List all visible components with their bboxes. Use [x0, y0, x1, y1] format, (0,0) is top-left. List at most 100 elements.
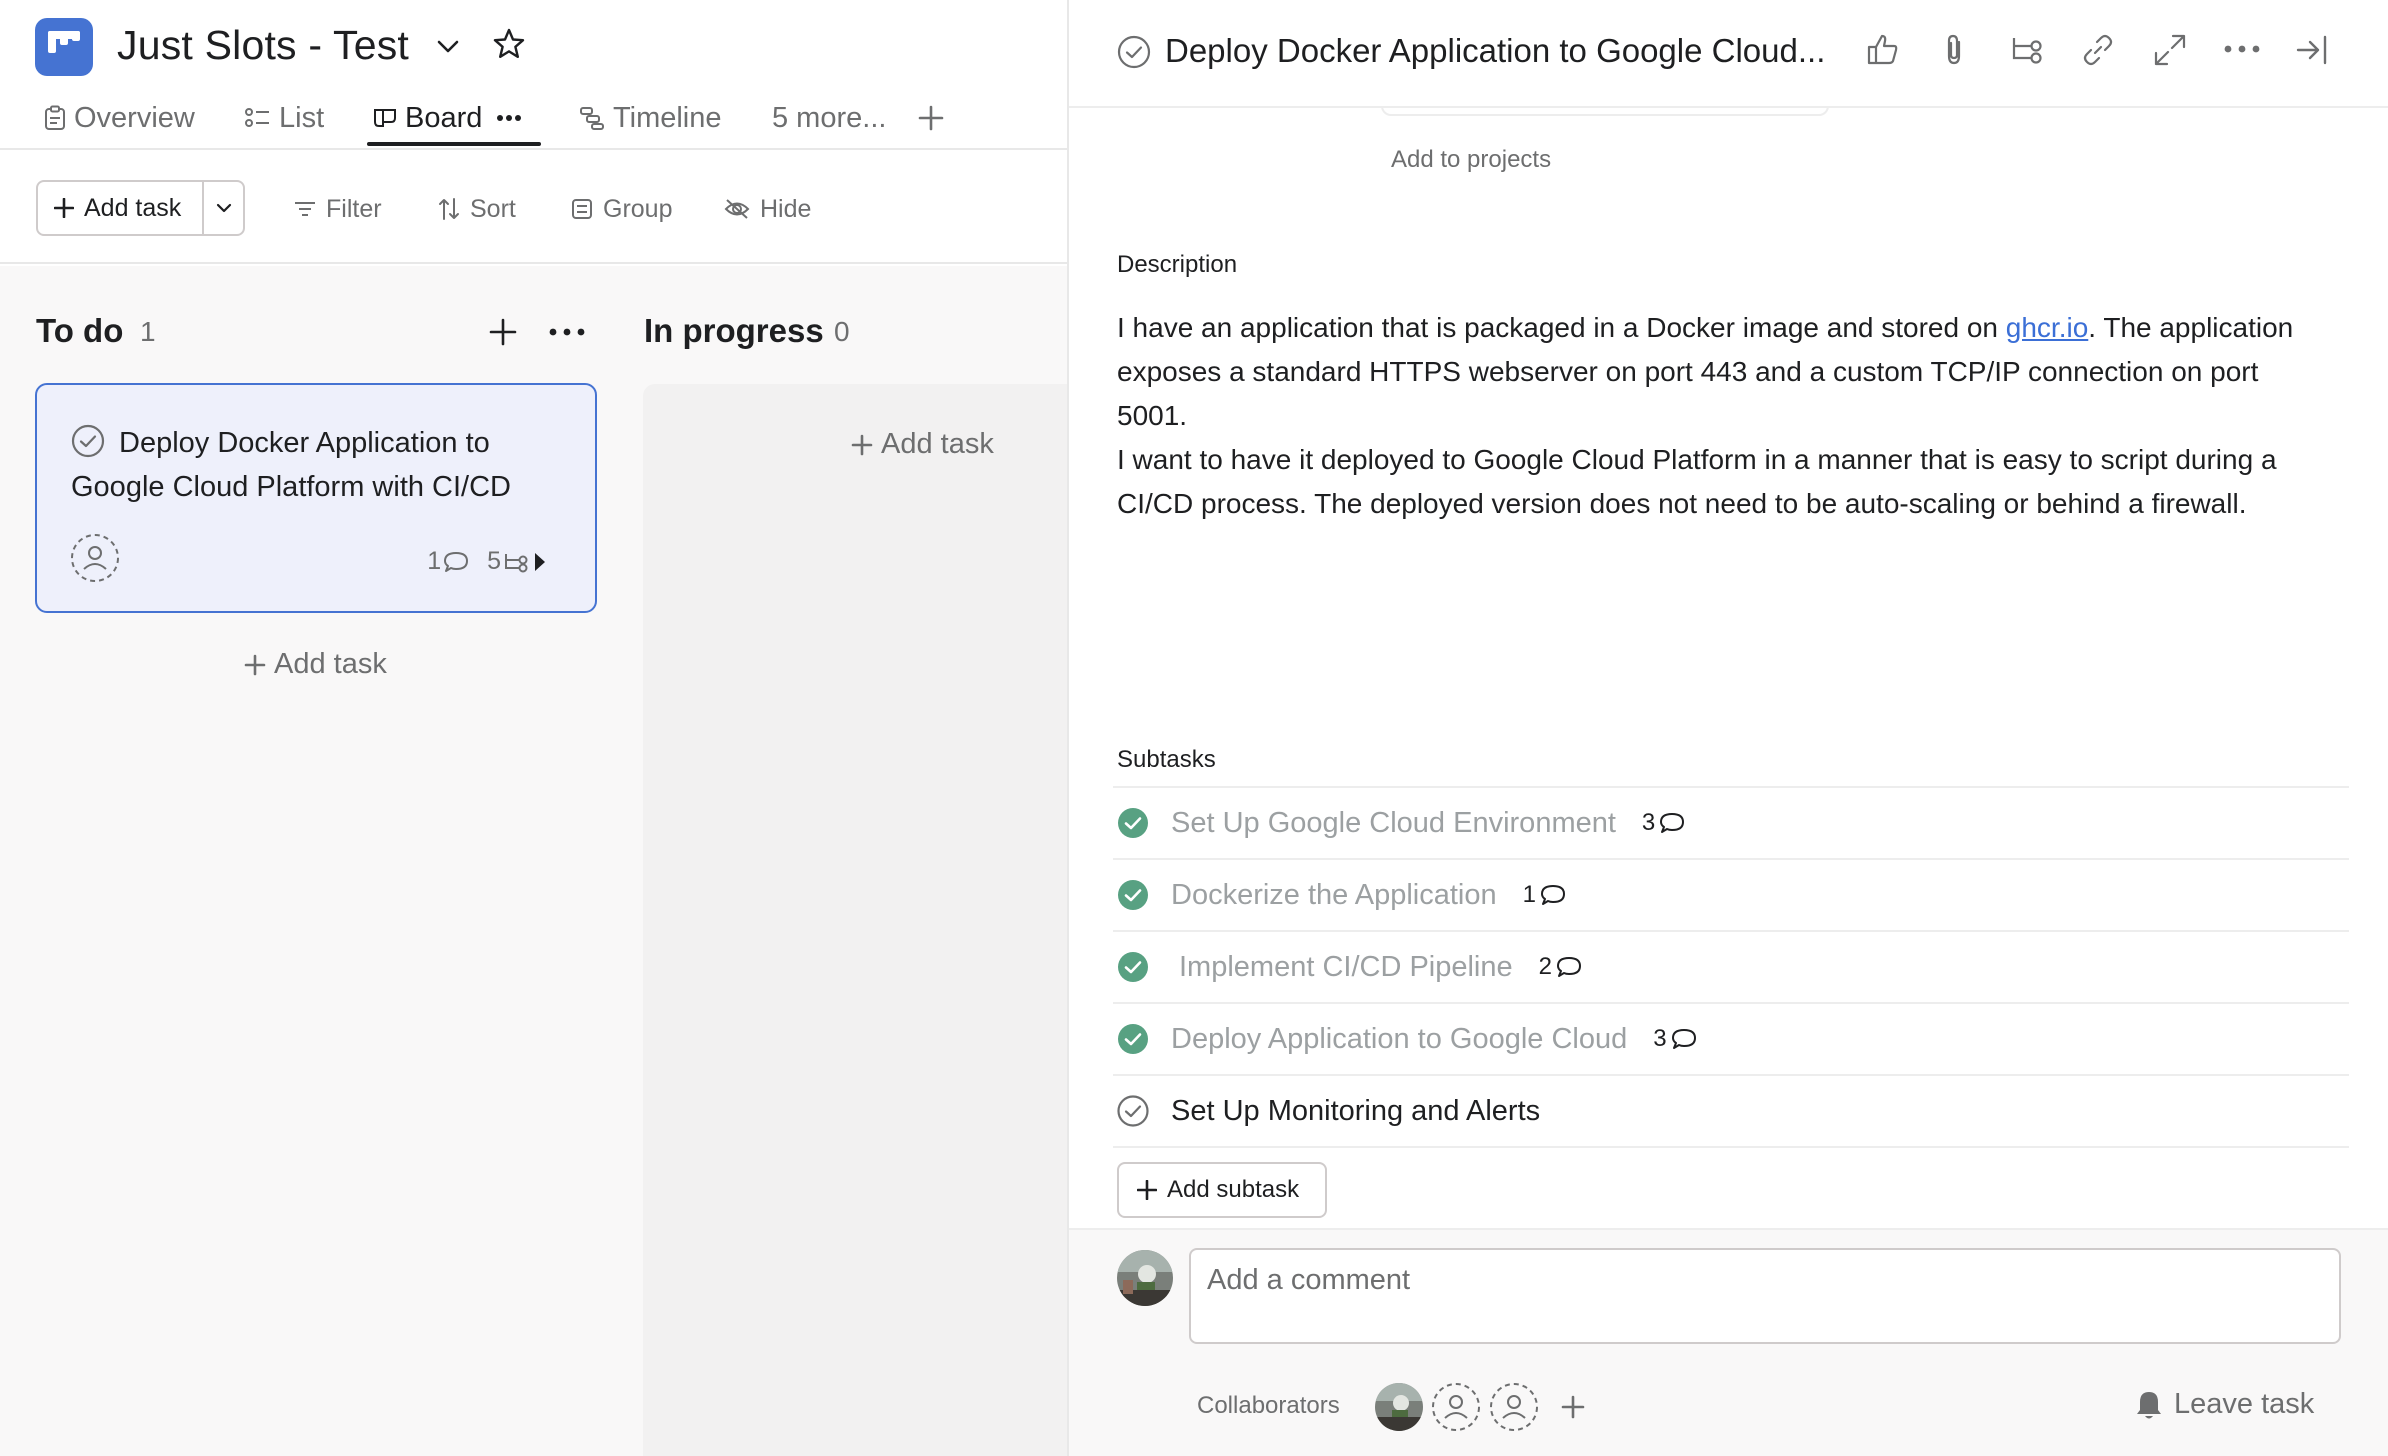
column-count: 0 [834, 316, 850, 347]
comment-count: 3 [1641, 809, 1656, 836]
collaborator-placeholder-icon[interactable] [1431, 1382, 1481, 1432]
completed-check-icon[interactable] [1117, 951, 1149, 983]
task-detail-pane: Deploy Docker Application to Google Clou… [1067, 0, 2388, 1456]
group-button[interactable]: Group [571, 192, 672, 226]
chevron-down-icon [215, 199, 233, 217]
description-label: Description [1117, 251, 1238, 278]
comment-count: 2 [1538, 953, 1552, 980]
subtask-comments: 1 [1523, 881, 1570, 909]
thumbs-up-icon[interactable] [1865, 32, 1901, 68]
add-task-label: Add task [274, 648, 387, 680]
collapsed-field-edge [1381, 106, 1829, 116]
collaborator-avatar[interactable] [1375, 1383, 1423, 1431]
tab-label: List [279, 101, 325, 134]
comment-icon [1540, 883, 1566, 907]
column-options-icon[interactable] [549, 328, 585, 336]
subtask-name: Deploy Application to Google Cloud [1171, 1022, 1628, 1055]
sort-button[interactable]: Sort [438, 192, 516, 226]
task-card[interactable]: Deploy Docker Application to Google Clou… [35, 383, 597, 613]
project-board-pane: Just Slots - Test Overview List Board Ti… [0, 0, 1067, 1456]
group-label: Group [603, 194, 673, 223]
expand-triangle-icon[interactable] [533, 551, 547, 573]
column-title-todo[interactable]: To do [36, 312, 123, 350]
add-tab-button[interactable] [918, 100, 944, 136]
board-icon [373, 107, 397, 129]
description-part: I want to have it deployed to Google Clo… [1117, 444, 2277, 519]
check-circle-icon[interactable] [1117, 1095, 1149, 1127]
add-collaborator-plus-icon[interactable] [1561, 1395, 1585, 1419]
completed-check-icon[interactable] [1117, 807, 1149, 839]
ghcr-link[interactable]: ghcr.io [2006, 312, 2089, 343]
more-options-icon[interactable] [2224, 44, 2260, 54]
tab-label: Overview [74, 101, 195, 134]
tab-board[interactable]: Board [373, 100, 522, 136]
add-task-dropdown-button[interactable] [204, 182, 243, 234]
completed-check-icon[interactable] [1117, 1023, 1149, 1055]
plus-icon [1137, 1180, 1157, 1200]
list-icon [245, 107, 271, 129]
subtask-comments: 2 [1539, 953, 1586, 981]
comment-icon [443, 550, 469, 574]
timeline-icon [579, 106, 605, 130]
close-pane-icon[interactable] [2294, 32, 2330, 68]
board-logo-icon[interactable] [35, 18, 93, 76]
filter-label: Filter [326, 194, 382, 223]
comment-count: 1 [427, 547, 442, 575]
tab-options-icon[interactable] [496, 114, 522, 122]
description-text[interactable]: I have an application that is packaged i… [1117, 306, 2327, 526]
task-detail-title[interactable]: Deploy Docker Application to Google Clou… [1165, 32, 1825, 70]
comment-count: 3 [1653, 1025, 1667, 1052]
subtask-row[interactable]: Set Up Monitoring and Alerts [1113, 1076, 2349, 1148]
collaborators-list [1375, 1382, 1593, 1432]
filter-button[interactable]: Filter [294, 192, 382, 226]
subtask-row[interactable]: Dockerize the Application 1 [1113, 860, 2349, 932]
subtask-count: 5 [487, 547, 501, 575]
subtask-row[interactable]: Set Up Google Cloud Environment 3 [1113, 788, 2349, 860]
collaborators-label: Collaborators [1197, 1392, 1340, 1419]
subtask-comments: 3 [1642, 809, 1689, 837]
column-body-inprogress [643, 384, 1067, 1456]
add-task-split-button: Add task [36, 180, 245, 236]
eye-slash-icon [724, 198, 750, 220]
subtask-icon[interactable] [2009, 32, 2045, 68]
tab-list[interactable]: List [245, 100, 324, 136]
link-icon[interactable] [2080, 32, 2116, 68]
project-title[interactable]: Just Slots - Test [117, 22, 409, 69]
tab-overview[interactable]: Overview [44, 100, 195, 136]
hide-button[interactable]: Hide [724, 192, 811, 226]
add-subtask-button[interactable]: Add subtask [1117, 1162, 1327, 1218]
collaborator-placeholder-icon[interactable] [1489, 1382, 1539, 1432]
subtask-row[interactable]: Implement CI/CD Pipeline 2 [1113, 932, 2349, 1004]
subtask-name: Implement CI/CD Pipeline [1179, 950, 1513, 983]
add-task-button[interactable]: Add task [38, 182, 204, 234]
task-detail-header: Deploy Docker Application to Google Clou… [1069, 0, 2388, 108]
leave-task-button[interactable]: Leave task [2134, 1388, 2314, 1421]
plus-icon [851, 434, 873, 456]
assignee-placeholder-icon[interactable] [70, 533, 120, 583]
subtask-name: Set Up Monitoring and Alerts [1171, 1094, 1541, 1127]
column-title-inprogress[interactable]: In progress [644, 312, 824, 350]
star-icon[interactable] [491, 26, 527, 62]
sort-icon [438, 197, 460, 221]
subtask-row[interactable]: Deploy Application to Google Cloud 3 [1113, 1004, 2349, 1076]
add-task-plus-icon[interactable] [489, 318, 517, 346]
tab-label: Timeline [613, 101, 722, 134]
paperclip-icon[interactable] [1937, 32, 1973, 68]
tab-label: Board [405, 101, 483, 134]
subtask-name: Set Up Google Cloud Environment [1171, 806, 1616, 839]
tab-more[interactable]: 5 more... [772, 100, 886, 136]
chevron-down-icon[interactable] [434, 32, 462, 60]
add-to-projects-link[interactable]: Add to projects [1391, 146, 1551, 174]
board-toolbar: Add task Filter Sort Group Hide [0, 152, 1067, 264]
add-task-link-todo[interactable]: Add task [244, 648, 387, 681]
comment-icon [1659, 811, 1685, 835]
user-avatar[interactable] [1117, 1250, 1173, 1306]
comment-input[interactable]: Add a comment [1189, 1248, 2341, 1344]
tab-label: 5 more... [772, 101, 887, 134]
bell-icon [2134, 1389, 2164, 1421]
check-circle-icon[interactable] [1117, 35, 1151, 69]
add-task-link-inprogress[interactable]: Add task [851, 428, 994, 461]
expand-icon[interactable] [2152, 32, 2188, 68]
completed-check-icon[interactable] [1117, 879, 1149, 911]
tab-timeline[interactable]: Timeline [579, 100, 722, 136]
